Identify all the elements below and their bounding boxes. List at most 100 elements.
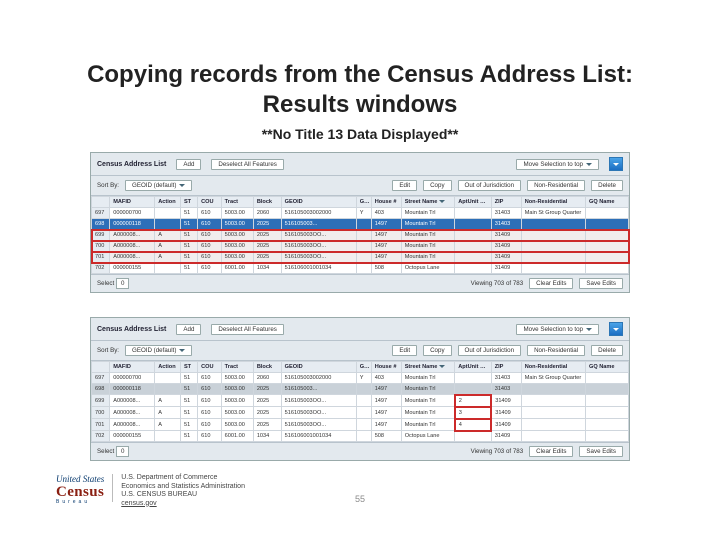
cell-apt <box>455 263 491 274</box>
col-header[interactable]: MAFID <box>110 362 155 373</box>
table-row[interactable]: 698000000118516105003.002025516105003...… <box>92 384 629 395</box>
add-button[interactable]: Add <box>176 324 201 335</box>
cell-nonres <box>521 241 585 252</box>
edit-button[interactable]: Edit <box>392 345 417 356</box>
delete-button[interactable]: Delete <box>591 180 623 191</box>
col-header[interactable]: GEOID <box>281 197 356 208</box>
cell-cou: 610 <box>198 263 222 274</box>
table-row[interactable]: 700A000008...A516105003.002025516105003O… <box>92 241 629 252</box>
col-header[interactable]: MAFID <box>110 197 155 208</box>
table-row[interactable]: 699A000008...A516105003.002025516105003O… <box>92 230 629 241</box>
panel-footer: Select 0 Viewing 703 of 783 Clear Edits … <box>91 274 629 292</box>
sort-by-select[interactable]: GEOID (default) <box>125 180 192 191</box>
col-header[interactable]: ST <box>180 197 197 208</box>
col-header[interactable]: Tract <box>221 197 253 208</box>
delete-button[interactable]: Delete <box>591 345 623 356</box>
col-header[interactable]: GEOID <box>281 362 356 373</box>
col-header[interactable]: ZIP <box>491 362 521 373</box>
cell-gqname <box>586 208 629 219</box>
cell-apt <box>455 230 491 241</box>
deselect-all-button[interactable]: Deselect All Features <box>211 159 283 170</box>
cell-house: 403 <box>371 208 401 219</box>
cell-street: Octopus Lane <box>401 431 455 442</box>
cell-st: 51 <box>180 384 197 395</box>
cell-act: A <box>155 407 181 419</box>
table-row[interactable]: 697000000700516105003.002060516105003002… <box>92 373 629 384</box>
table-row[interactable]: 699A000008...A516105003.002025516105003O… <box>92 395 629 407</box>
col-header[interactable]: Block <box>253 362 281 373</box>
cell-house: 508 <box>371 263 401 274</box>
col-header[interactable]: GQ <box>356 197 371 208</box>
out-of-jurisdiction-button[interactable]: Out of Jurisdiction <box>458 180 522 191</box>
non-residential-button[interactable]: Non-Residential <box>527 345 585 356</box>
col-header[interactable]: Action <box>155 362 181 373</box>
col-header[interactable]: ZIP <box>491 197 521 208</box>
cell-geoid: 516105003OO... <box>281 395 356 407</box>
cell-nonres: Main St Group Quarter <box>521 208 585 219</box>
col-header[interactable]: GQ Name <box>586 197 629 208</box>
table-row[interactable]: 701A000008...A516105003.002025516105003O… <box>92 419 629 431</box>
panel-menu-button[interactable] <box>609 322 623 336</box>
copy-button[interactable]: Copy <box>423 180 451 191</box>
add-button[interactable]: Add <box>176 159 201 170</box>
non-residential-button[interactable]: Non-Residential <box>527 180 585 191</box>
clear-edits-button[interactable]: Clear Edits <box>529 446 573 457</box>
move-to-top-button[interactable]: Move Selection to top <box>516 324 599 335</box>
sort-by-label: Sort By: <box>97 347 119 354</box>
col-header[interactable]: COU <box>198 362 222 373</box>
clear-edits-button[interactable]: Clear Edits <box>529 278 573 289</box>
col-header[interactable]: House # <box>371 362 401 373</box>
col-header[interactable]: AptUnit # <box>455 362 491 373</box>
address-table: MAFIDActionSTCOUTractBlockGEOIDGQHouse #… <box>91 361 629 442</box>
col-header[interactable]: Non-Residential <box>521 362 585 373</box>
cell-idx: 701 <box>92 252 110 263</box>
panel-menu-button[interactable] <box>609 157 623 171</box>
cell-cou: 610 <box>198 230 222 241</box>
cell-act <box>155 373 181 384</box>
table-row[interactable]: 702000000155516106001.001034516106001001… <box>92 263 629 274</box>
col-header[interactable]: Street Name <box>401 362 455 373</box>
col-header[interactable]: House # <box>371 197 401 208</box>
cell-mafid: A000008... <box>110 230 155 241</box>
col-header[interactable]: GQ Name <box>586 362 629 373</box>
cell-mafid: 000000700 <box>110 208 155 219</box>
sort-by-select[interactable]: GEOID (default) <box>125 345 192 356</box>
col-header[interactable]: Non-Residential <box>521 197 585 208</box>
col-header[interactable]: ST <box>180 362 197 373</box>
table-row[interactable]: 701A000008...A516105003.002025516105003O… <box>92 252 629 263</box>
move-to-top-button[interactable]: Move Selection to top <box>516 159 599 170</box>
cell-gq: Y <box>356 208 371 219</box>
cell-block: 2060 <box>253 373 281 384</box>
cell-mafid: A000008... <box>110 395 155 407</box>
col-header[interactable]: GQ <box>356 362 371 373</box>
table-row[interactable]: 702000000155516106001.001034516106001001… <box>92 431 629 442</box>
col-header[interactable]: Tract <box>221 362 253 373</box>
select-count[interactable]: 0 <box>116 446 129 457</box>
cell-apt: 4 <box>455 419 491 431</box>
save-edits-button[interactable]: Save Edits <box>579 446 623 457</box>
col-header[interactable]: Action <box>155 197 181 208</box>
cell-cou: 610 <box>198 407 222 419</box>
col-header[interactable]: Block <box>253 197 281 208</box>
select-count[interactable]: 0 <box>116 278 129 289</box>
deselect-all-button[interactable]: Deselect All Features <box>211 324 283 335</box>
cell-gqname <box>586 219 629 230</box>
copy-button[interactable]: Copy <box>423 345 451 356</box>
col-header[interactable]: Street Name <box>401 197 455 208</box>
out-of-jurisdiction-button[interactable]: Out of Jurisdiction <box>458 345 522 356</box>
cell-geoid: 516105003OO... <box>281 241 356 252</box>
col-header[interactable]: AptUnit # <box>455 197 491 208</box>
table-row[interactable]: 697000000700516105003.002060516105003002… <box>92 208 629 219</box>
cell-tract: 6001.00 <box>221 431 253 442</box>
cell-tract: 5003.00 <box>221 419 253 431</box>
cell-act <box>155 219 181 230</box>
edit-button[interactable]: Edit <box>392 180 417 191</box>
table-row[interactable]: 700A000008...A516105003.002025516105003O… <box>92 407 629 419</box>
cell-gqname <box>586 431 629 442</box>
table-row[interactable]: 698000000118516105003.002025516105003...… <box>92 219 629 230</box>
save-edits-button[interactable]: Save Edits <box>579 278 623 289</box>
cell-zip: 31403 <box>491 219 521 230</box>
select-label: Select <box>97 280 114 287</box>
cell-gq: Y <box>356 373 371 384</box>
col-header[interactable]: COU <box>198 197 222 208</box>
